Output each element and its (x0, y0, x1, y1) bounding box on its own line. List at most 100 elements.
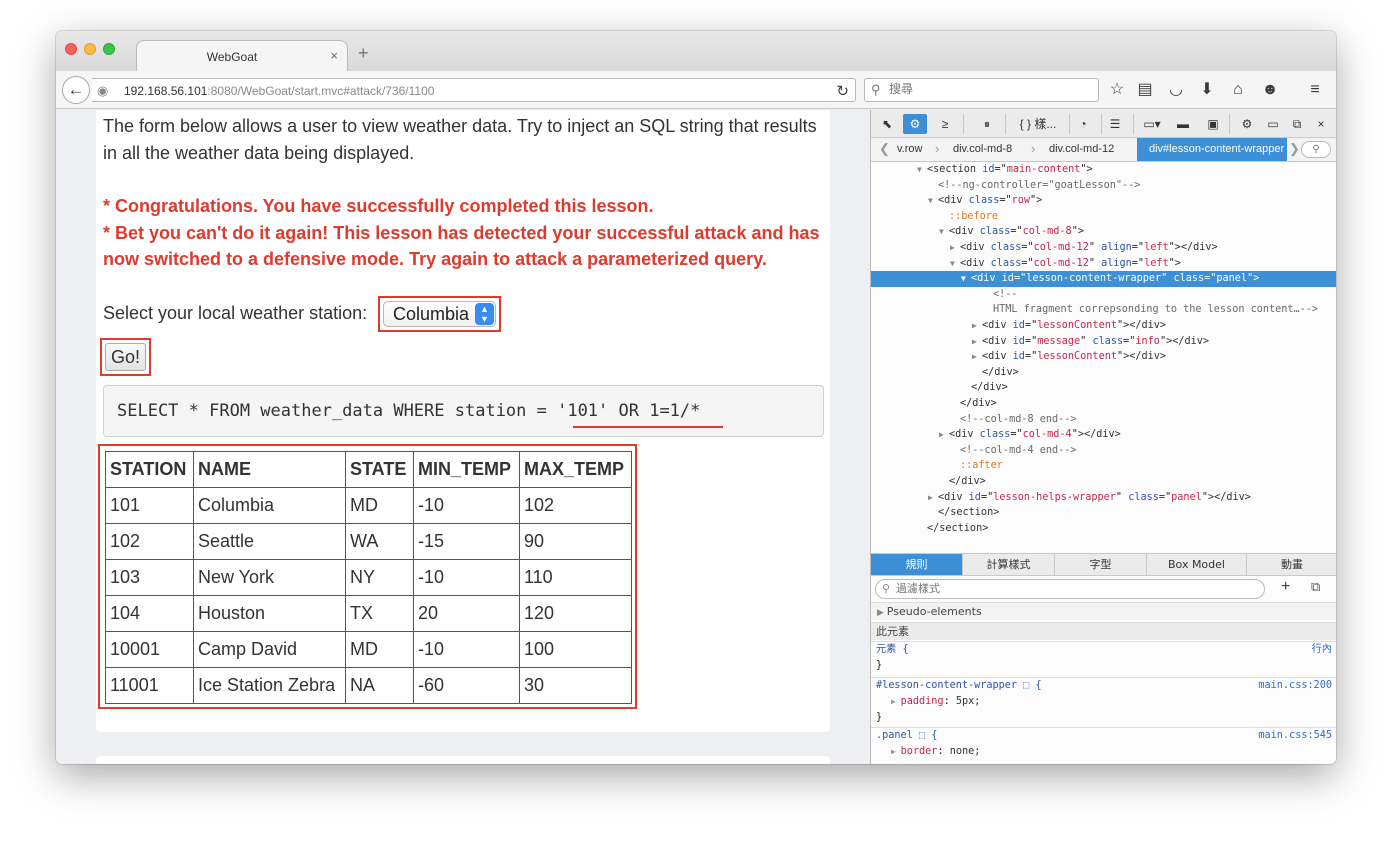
expand-toggle-icon[interactable]: ▼ (917, 162, 927, 178)
scratchpad-icon[interactable]: ▬ (1171, 114, 1195, 134)
markup-line[interactable]: ▶ <div class="col-md-4"></div> (871, 427, 1336, 443)
go-button[interactable]: Go! (105, 343, 146, 371)
url-bar[interactable]: ◉ 192.168.56.101:8080/WebGoat/start.mvc#… (92, 78, 856, 102)
markup-text: <div id="lesson-content-wrapper" class="… (971, 273, 1260, 285)
pick-element-icon[interactable]: ⬉ (875, 114, 899, 134)
rule-declaration[interactable]: ▶ border: none; (871, 744, 1336, 760)
expand-toggle-icon[interactable]: ▼ (950, 256, 960, 272)
performance-tab-icon[interactable]: ◔ (1071, 114, 1095, 134)
filter-styles-field[interactable]: ⚲ (875, 579, 1265, 599)
css-property[interactable]: border (901, 746, 938, 757)
markup-line[interactable]: HTML fragment correpsonding to the lesso… (871, 302, 1336, 318)
markup-line[interactable]: <!--col-md-4 end--> (871, 443, 1336, 459)
pseudo-elements-toggle[interactable]: ▶ Pseudo-elements (871, 602, 1336, 620)
markup-line[interactable]: ▼ <div class="col-md-12" align="left"> (871, 256, 1336, 272)
markup-line[interactable]: ▶ <div id="message" class="info"></div> (871, 334, 1336, 350)
breadcrumb-item-active[interactable]: div#lesson-content-wrapper (1137, 138, 1287, 161)
undock-icon[interactable]: ⧉ (1285, 114, 1309, 134)
rule-source-link[interactable]: main.css:545 (1258, 728, 1332, 744)
reading-list-icon[interactable]: ▤ (1135, 80, 1155, 100)
markup-line[interactable]: </div> (871, 380, 1336, 396)
search-input[interactable] (889, 82, 1089, 96)
home-icon[interactable]: ⌂ (1228, 80, 1248, 100)
markup-line[interactable]: ▼ <section id="main-content"> (871, 162, 1336, 178)
expand-toggle-icon[interactable]: ▶ (939, 427, 949, 443)
lesson-intro: The form below allows a user to view wea… (103, 116, 817, 163)
expand-toggle-icon[interactable]: ▶ (972, 334, 982, 350)
responsive-icon[interactable]: ▭▾ (1137, 114, 1167, 134)
expand-toggle-icon[interactable]: ▶ (972, 349, 982, 365)
tab-box-model[interactable]: Box Model (1147, 554, 1247, 575)
breadcrumb-back-icon[interactable]: ❮ (879, 141, 890, 157)
css-value[interactable]: none; (950, 746, 981, 757)
markup-line[interactable]: ::before (871, 209, 1336, 225)
rule-source-link[interactable]: main.css:200 (1258, 678, 1332, 694)
table-row: 103 New York NY -10 110 (105, 559, 632, 596)
markup-line[interactable]: <!-- (871, 287, 1336, 303)
network-tab-icon[interactable]: ☰ (1103, 114, 1127, 134)
css-value[interactable]: 5px; (956, 696, 981, 707)
expand-toggle-icon[interactable]: ▼ (961, 271, 971, 287)
filter-styles-input[interactable] (896, 582, 1256, 595)
zoom-window-button[interactable] (103, 43, 115, 55)
bookmark-star-icon[interactable]: ☆ (1107, 80, 1127, 100)
console-tab-icon[interactable]: ≥ (933, 114, 957, 134)
markup-line[interactable]: </div> (871, 474, 1336, 490)
tab-computed[interactable]: 計算樣式 (963, 554, 1055, 575)
markup-line[interactable]: ▶ <div class="col-md-12" align="left"></d… (871, 240, 1336, 256)
close-tab-icon[interactable]: × (330, 48, 338, 63)
markup-line[interactable]: </section> (871, 505, 1336, 521)
tab-rules[interactable]: 規則 (871, 554, 963, 575)
markup-search-icon[interactable]: ⚲ (1301, 141, 1331, 158)
expand-toggle-icon[interactable]: ▶ (928, 490, 938, 506)
markup-line[interactable]: </section> (871, 521, 1336, 537)
hello-icon[interactable]: ☻ (1260, 80, 1280, 100)
markup-line[interactable]: ▼ <div class="row"> (871, 193, 1336, 209)
menu-icon[interactable]: ≡ (1305, 80, 1325, 100)
markup-line[interactable]: ::after (871, 458, 1336, 474)
expand-toggle-icon[interactable]: ▼ (939, 224, 949, 240)
style-editor-tab-icon[interactable]: { } 樣... (1011, 114, 1065, 134)
add-rule-icon[interactable]: + (1281, 578, 1290, 596)
new-tab-button[interactable]: + (358, 44, 369, 62)
css-property[interactable]: padding (901, 696, 944, 707)
breadcrumb-item[interactable]: div.col-md-8 (953, 143, 1012, 155)
breadcrumb-forward-icon[interactable]: ❯ (1289, 141, 1300, 157)
expand-toggle-icon[interactable]: ▶ (972, 318, 982, 334)
markup-line[interactable]: ▼ <div class="col-md-8"> (871, 224, 1336, 240)
toggle-pseudo-class-icon[interactable]: ⧉ (1311, 579, 1320, 595)
station-select[interactable]: Columbia ▲ ▼ (383, 301, 496, 327)
table-cell: 103 (105, 559, 194, 596)
back-button[interactable]: ← (62, 76, 90, 104)
minimize-window-button[interactable] (84, 43, 96, 55)
reload-icon[interactable]: ↻ (836, 82, 849, 100)
download-icon[interactable]: ⬇ (1197, 80, 1217, 100)
rule-declaration[interactable]: ▶ padding: 5px; (871, 694, 1336, 710)
markup-line[interactable]: ▶ <div id="lesson-helps-wrapper" class="p… (871, 490, 1336, 506)
expand-toggle-icon[interactable]: ▶ (950, 240, 960, 256)
markup-line-selected[interactable]: ▼ <div id="lesson-content-wrapper" class=… (871, 271, 1336, 287)
tab-fonts[interactable]: 字型 (1055, 554, 1147, 575)
dock-bottom-icon[interactable]: ▭ (1261, 114, 1285, 134)
tab-webgoat[interactable]: WebGoat × (136, 40, 348, 72)
markup-line[interactable]: ▶ <div id="lessonContent"></div> (871, 318, 1336, 334)
breadcrumb-item[interactable]: v.row (897, 143, 922, 155)
markup-line[interactable]: <!--ng-controller="goatLesson"--> (871, 178, 1336, 194)
search-bar[interactable]: ⚲ (864, 78, 1099, 102)
markup-line[interactable]: </div> (871, 365, 1336, 381)
table-cell: 104 (105, 595, 194, 632)
close-window-button[interactable] (65, 43, 77, 55)
tab-animations[interactable]: 動畫 (1247, 554, 1336, 575)
markup-line[interactable]: </div> (871, 396, 1336, 412)
settings-gear-icon[interactable]: ⚙ (1235, 114, 1259, 134)
breadcrumb-item[interactable]: div.col-md-12 (1049, 143, 1114, 155)
screenshot-icon[interactable]: ▣ (1201, 114, 1225, 134)
markup-line[interactable]: <!--col-md-8 end--> (871, 412, 1336, 428)
expand-toggle-icon[interactable]: ▼ (928, 193, 938, 209)
inspector-tab-icon[interactable]: ⚙ (903, 114, 927, 134)
close-devtools-icon[interactable]: × (1309, 114, 1333, 134)
rule-source-link[interactable]: 行內 (1312, 642, 1332, 658)
debugger-tab-icon[interactable]: ⏸ (975, 114, 999, 134)
markup-line[interactable]: ▶ <div id="lessonContent"></div> (871, 349, 1336, 365)
pocket-icon[interactable]: ◡ (1166, 80, 1186, 100)
